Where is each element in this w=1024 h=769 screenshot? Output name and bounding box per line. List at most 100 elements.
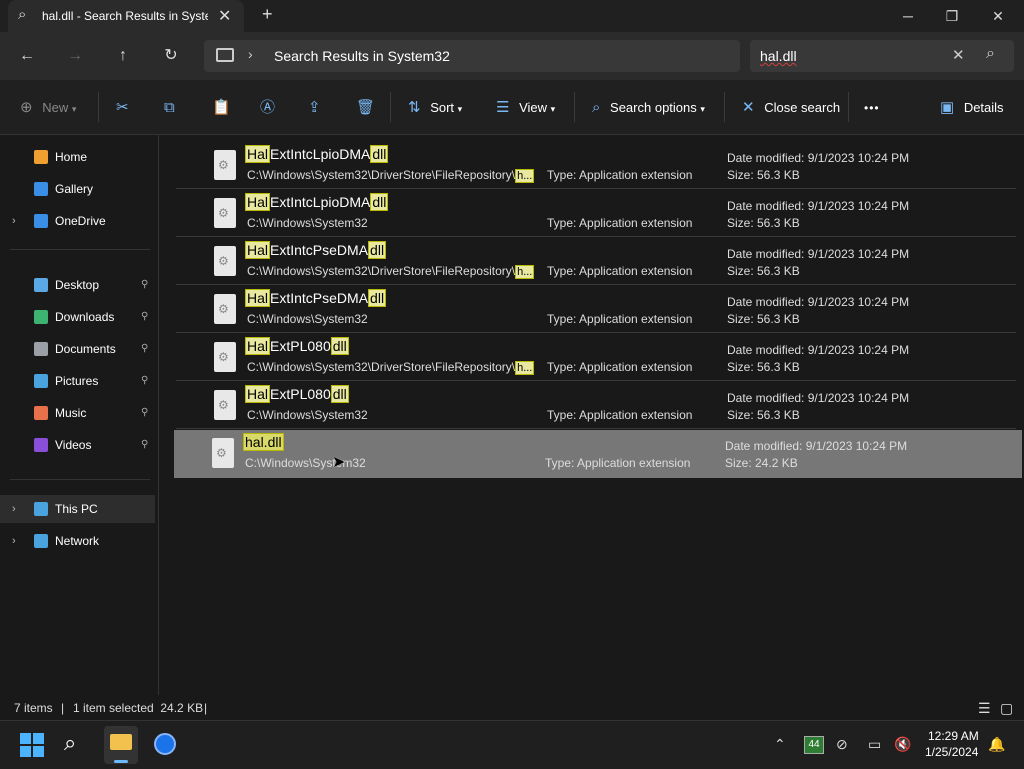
close-window-button[interactable]: ✕ [978, 4, 1018, 28]
status-separator: | [61, 701, 65, 715]
details-pane-icon: ▣ [940, 99, 955, 116]
sidebar-item-documents[interactable]: Documents ⚲ [0, 335, 155, 363]
minimize-button[interactable]: ─ [888, 4, 928, 28]
sidebar-divider [10, 479, 150, 480]
sidebar-item-label: Desktop [55, 278, 100, 292]
app-badge-icon[interactable]: 44 [804, 736, 824, 754]
delete-icon[interactable]: 🗑 [356, 98, 375, 118]
file-date: Date modified: 9/1/2023 10:24 PM [727, 151, 910, 165]
network-icon [34, 534, 48, 548]
file-name-text: ExtIntcLpioDMA [270, 146, 371, 162]
result-row[interactable]: ⚙ Hal ExtIntcLpioDMA dll C:\Windows\System32… [176, 190, 1016, 237]
clear-search-icon[interactable]: ✕ [952, 46, 965, 64]
sidebar-item-downloads[interactable]: Downloads ⚲ [0, 303, 155, 331]
monitor-tray-icon[interactable]: ▭ [868, 736, 881, 753]
maximize-button[interactable]: ❐ [932, 4, 972, 28]
forward-button[interactable]: → [62, 44, 88, 68]
new-button[interactable]: ⊕ New ▾ [20, 98, 76, 118]
clock-date[interactable]: 1/25/2024 [925, 745, 978, 759]
pin-icon: ⚲ [141, 439, 149, 450]
sidebar-item-onedrive[interactable]: › OneDrive [0, 207, 155, 235]
search-highlight: dll [368, 289, 387, 307]
file-path-text: C:\Windows\System32\DriverStore\FileRepo… [247, 360, 516, 374]
result-row[interactable]: ⚙ Hal ExtIntcPseDMA dll C:\Windows\System32 T… [176, 286, 1016, 333]
sidebar-item-videos[interactable]: Videos ⚲ [0, 431, 155, 459]
result-row[interactable]: ⚙ Hal ExtPL080 dll C:\Windows\System32 Type: … [176, 382, 1016, 429]
taskbar-search-icon[interactable]: ⌕ [64, 730, 76, 756]
file-name: Hal ExtPL080 dll [245, 337, 349, 355]
search-icon: ⌕ [18, 6, 27, 23]
up-button[interactable]: ↑ [110, 44, 136, 68]
close-search-button[interactable]: ✕ Close search [742, 98, 840, 118]
more-options-button[interactable]: ••• [864, 98, 880, 118]
search-input[interactable]: hal.dll [760, 48, 797, 64]
expand-arrow-icon[interactable]: › [12, 495, 16, 523]
sidebar-item-label: Music [55, 406, 87, 420]
pictures-icon [34, 374, 48, 388]
file-size: Size: 56.3 KB [727, 312, 800, 326]
file-explorer-taskbar-icon[interactable] [104, 726, 138, 764]
sidebar-item-gallery[interactable]: Gallery [0, 175, 155, 203]
result-row[interactable]: ⚙ Hal ExtPL080 dll C:\Windows\System32\Drive… [176, 334, 1016, 381]
search-highlight: Hal [245, 337, 271, 355]
cut-icon[interactable]: ✂ [116, 98, 129, 118]
expand-arrow-icon[interactable]: › [12, 527, 16, 555]
pin-icon: ⚲ [141, 279, 149, 290]
tab-search-results[interactable]: ⌕ hal.dll - Search Results in System32 ✕ [8, 0, 244, 32]
details-view-icon[interactable]: ☰ [978, 700, 991, 717]
paste-icon[interactable]: 📋 [212, 98, 231, 118]
sidebar-item-home[interactable]: Home [0, 143, 155, 171]
selection-info: 1 item selected 24.2 KB [73, 701, 204, 715]
result-row[interactable]: ⚙ Hal ExtIntcPseDMA dll C:\Windows\System32\… [176, 238, 1016, 285]
file-name: hal.dll [243, 433, 284, 451]
file-size: Size: 56.3 KB [727, 360, 800, 374]
divider [390, 92, 391, 122]
back-button[interactable]: ← [14, 44, 40, 68]
large-icons-view-icon[interactable]: ▢ [1000, 700, 1013, 717]
sidebar-item-network[interactable]: › Network [0, 527, 155, 555]
pin-icon: ⚲ [141, 375, 149, 386]
network-status-icon[interactable]: ⊘ [836, 736, 848, 753]
mouse-cursor-icon: ➤ [332, 454, 346, 471]
search-highlight: h... [515, 361, 535, 375]
sidebar-item-music[interactable]: Music ⚲ [0, 399, 155, 427]
sidebar-item-pictures[interactable]: Pictures ⚲ [0, 367, 155, 395]
address-text: Search Results in System32 [274, 48, 450, 64]
file-name: Hal ExtIntcLpioDMA dll [245, 193, 389, 211]
address-bar[interactable]: › Search Results in System32 [204, 40, 740, 72]
sidebar-item-label: Gallery [55, 182, 94, 196]
expand-arrow-icon[interactable]: › [12, 207, 16, 235]
chrome-taskbar-icon[interactable] [154, 733, 176, 755]
search-options-button[interactable]: ⌕ Search options ▾ [592, 98, 705, 118]
search-icon[interactable]: ⌕ [986, 45, 995, 63]
refresh-button[interactable]: ↻ [158, 44, 184, 68]
file-path: C:\Windows\System32 [247, 312, 368, 326]
sidebar-item-desktop[interactable]: Desktop ⚲ [0, 271, 155, 299]
close-tab-icon[interactable]: ✕ [218, 6, 231, 26]
new-tab-button[interactable]: + [262, 4, 273, 25]
sidebar-item-label: Home [55, 150, 88, 164]
share-icon[interactable]: ⇪ [308, 98, 321, 118]
search-highlight: Hal [245, 385, 271, 403]
result-row[interactable]: ⚙ Hal ExtIntcLpioDMA dll C:\Windows\System32… [176, 142, 1016, 189]
rename-icon[interactable]: Ⓐ [260, 98, 275, 118]
search-box[interactable]: hal.dll ✕ ⌕ [750, 40, 1014, 72]
volume-muted-icon[interactable]: 🔇 [894, 736, 911, 753]
copy-icon[interactable]: ⧉ [164, 98, 175, 118]
details-button[interactable]: ▣ Details [940, 98, 1004, 118]
clock-time[interactable]: 12:29 AM [928, 729, 979, 743]
sidebar-item-label: Videos [55, 438, 92, 452]
sidebar-item-this-pc[interactable]: › This PC [0, 495, 155, 523]
item-count: 7 items [14, 701, 53, 715]
sort-button[interactable]: ⇅ Sort ▾ [408, 98, 462, 118]
start-button-icon[interactable] [20, 733, 44, 757]
sidebar-item-label: OneDrive [55, 214, 106, 228]
view-button[interactable]: ☰ View ▾ [496, 98, 555, 118]
file-type: Type: Application extension [547, 168, 693, 182]
file-path-text: C:\Windows\System32\DriverStore\FileRepo… [247, 168, 516, 182]
result-row[interactable]: ⚙ hal.dll C:\Windows\System32 Type: Applica… [174, 430, 1022, 478]
search-highlight: dll [370, 145, 389, 163]
show-hidden-icons-icon[interactable]: ⌃ [774, 736, 786, 753]
file-name-text: ExtPL080 [270, 338, 331, 354]
notification-bell-icon[interactable]: 🔔 [988, 736, 1005, 753]
